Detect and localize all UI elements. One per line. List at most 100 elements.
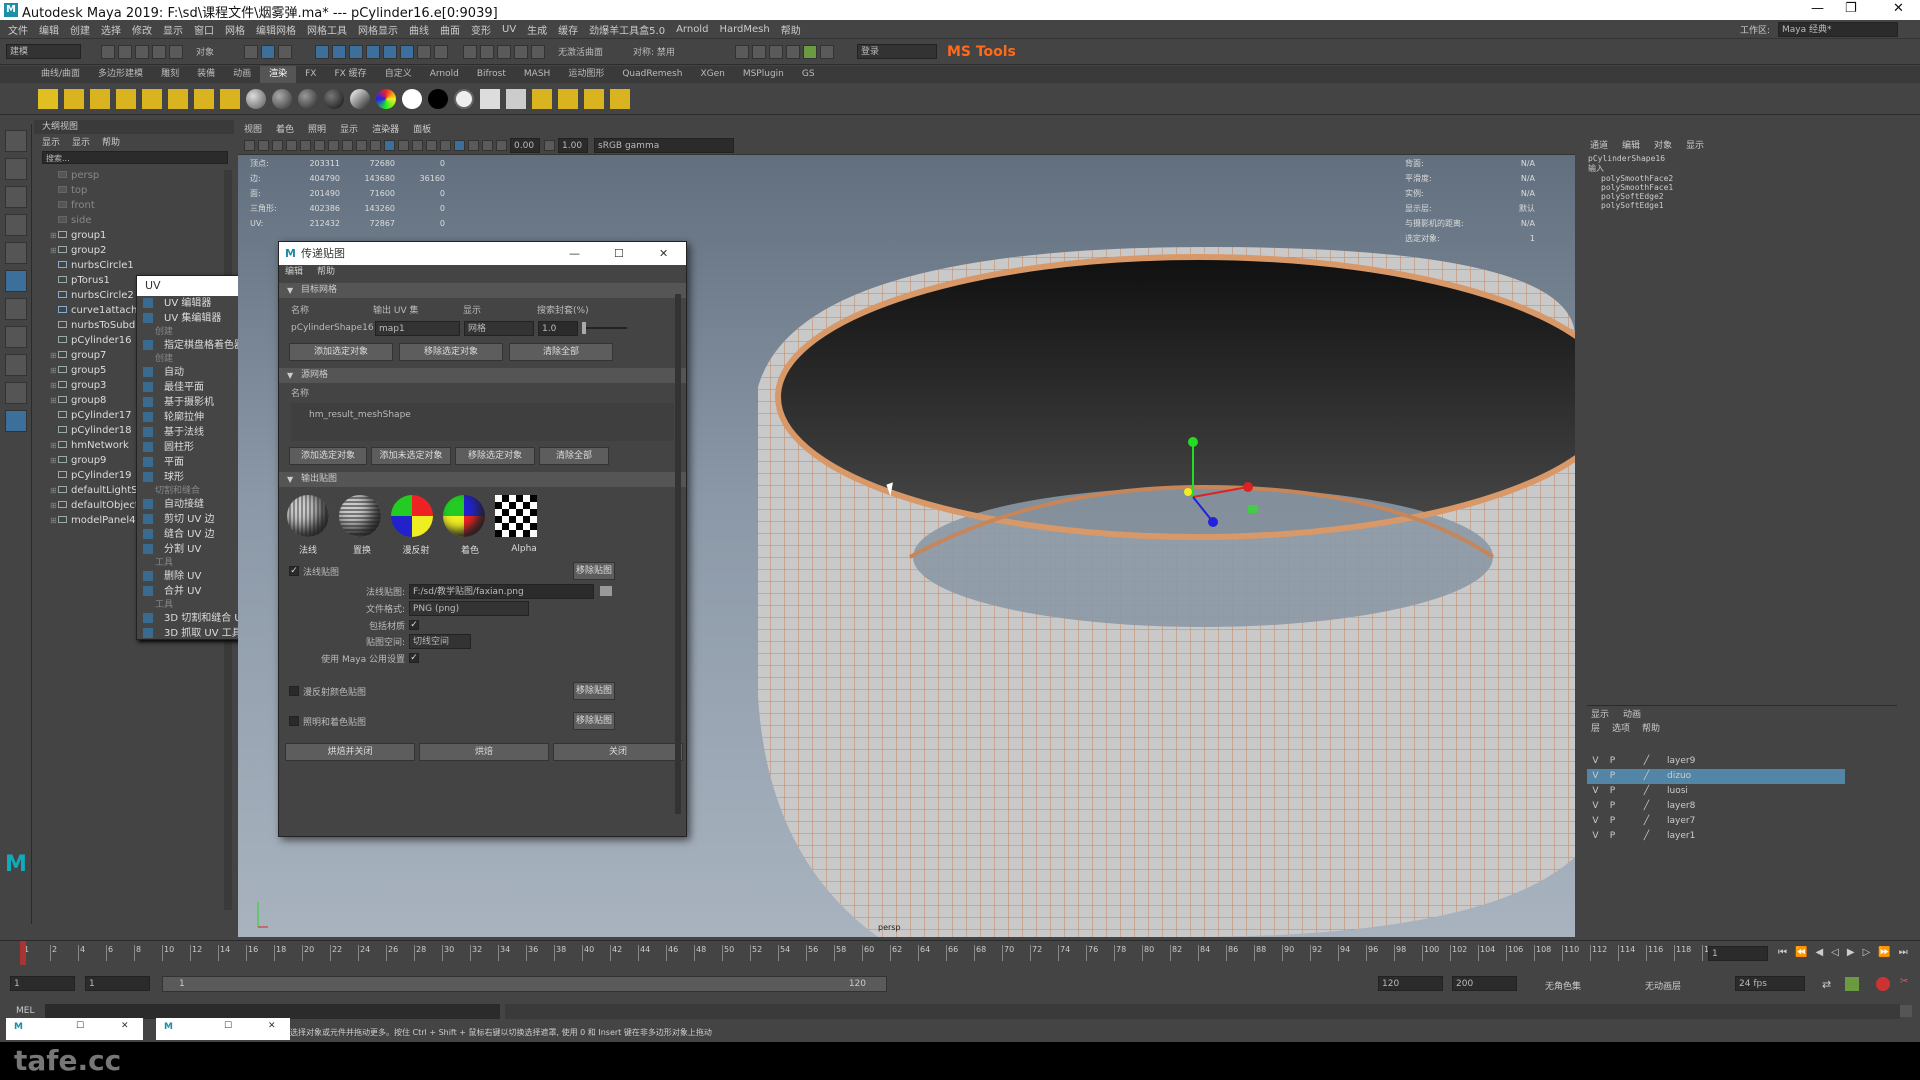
layer-row[interactable]: V P ╱ dizuo xyxy=(1587,769,1845,784)
menu-item-11[interactable]: 曲线 xyxy=(409,22,429,37)
expand-icon[interactable]: ⊞ xyxy=(50,453,58,468)
prefs-icon[interactable]: ✂ xyxy=(1900,976,1908,987)
layer-playback-toggle[interactable]: P xyxy=(1604,829,1621,844)
phong-icon[interactable] xyxy=(298,88,318,109)
snap-live-icon[interactable] xyxy=(400,44,415,59)
surface-shader-icon[interactable] xyxy=(402,88,422,109)
shelf-tab-5[interactable]: 渲染 xyxy=(260,66,297,83)
camera-icon[interactable] xyxy=(194,88,214,109)
time-slider[interactable]: 1 2 4 6 8 10 12 14 16 18 20 22 24 26 28 30 32 34 36 38 40 42 4… xyxy=(0,940,1920,966)
shade-map-checkbox[interactable] xyxy=(289,716,299,726)
menu-item-5[interactable]: 显示 xyxy=(163,22,183,37)
workspace-select[interactable]: Maya 经典* xyxy=(1778,22,1898,37)
vp-resolution-gate-icon[interactable] xyxy=(328,140,339,151)
remove-shade-map-button[interactable]: 移除贴图 xyxy=(573,712,615,730)
menu-item-16[interactable]: 缓存 xyxy=(558,22,578,37)
goto-end-icon[interactable]: ⏭ xyxy=(1899,947,1908,958)
layer-type-toggle[interactable] xyxy=(1621,829,1638,844)
vp-textured-icon[interactable] xyxy=(398,140,409,151)
remove-normal-map-button[interactable]: 移除贴图 xyxy=(573,562,615,580)
fps-select[interactable]: 24 fps xyxy=(1735,976,1805,991)
layout-outliner-icon[interactable] xyxy=(5,410,27,432)
display-select[interactable]: 网格 xyxy=(464,320,534,336)
vp-exposure-field[interactable]: 0.00 xyxy=(510,138,540,153)
layer-visible-toggle[interactable]: V xyxy=(1587,769,1604,784)
dialog-close-button[interactable]: 关闭 xyxy=(553,743,683,761)
expand-icon[interactable]: ⊞ xyxy=(50,438,58,453)
camera-aim-icon[interactable] xyxy=(220,88,240,109)
layer-color-swatch[interactable]: ╱ xyxy=(1638,784,1655,799)
shelf-tab-12[interactable]: 运动图形 xyxy=(559,66,613,83)
clear-all-button[interactable]: 清除全部 xyxy=(509,343,613,361)
menu-item-2[interactable]: 创建 xyxy=(70,22,90,37)
layer-playback-toggle[interactable]: P xyxy=(1604,754,1621,769)
outliner-item[interactable]: ⊞ group1 xyxy=(50,228,234,243)
layer-playback-toggle[interactable]: P xyxy=(1604,784,1621,799)
cb-input-node[interactable]: polySoftEdge2 xyxy=(1601,192,1920,201)
directional-light-icon[interactable] xyxy=(64,88,84,109)
layer-row[interactable]: V P ╱ layer7 xyxy=(1587,814,1845,829)
add-selected-src-button[interactable]: 添加选定对象 xyxy=(289,447,367,465)
layout-two-icon[interactable] xyxy=(5,382,27,404)
file-format-select[interactable]: PNG (png) xyxy=(409,601,529,616)
layered-shader-icon[interactable] xyxy=(350,88,370,109)
menu-item-18[interactable]: Arnold xyxy=(676,24,708,35)
render-seq-icon[interactable] xyxy=(751,44,766,59)
menu-item-10[interactable]: 网格显示 xyxy=(358,22,398,37)
select-object-icon[interactable] xyxy=(261,44,276,59)
menu-item-14[interactable]: UV xyxy=(502,24,516,35)
restore-icon-2[interactable]: ☐ xyxy=(224,1021,232,1031)
mesh-light-icon[interactable] xyxy=(584,88,604,109)
outliner-menu-show[interactable]: 显示 xyxy=(72,135,90,148)
login-button[interactable]: 登录 xyxy=(856,44,937,59)
manip-x-handle[interactable] xyxy=(1243,482,1253,492)
shelf-tab-7[interactable]: FX 缓存 xyxy=(325,66,375,83)
browse-folder-icon[interactable] xyxy=(600,586,612,596)
goto-start-icon[interactable]: ⏮ xyxy=(1778,947,1787,958)
outliner-item[interactable]: side xyxy=(50,213,234,228)
cb-input-node[interactable]: polySmoothFace1 xyxy=(1601,183,1920,192)
menu-item-15[interactable]: 生成 xyxy=(527,22,547,37)
expand-icon[interactable]: ⊞ xyxy=(50,348,58,363)
vp-wire-on-shaded-icon[interactable] xyxy=(384,140,395,151)
dialog-maximize-icon[interactable]: ☐ xyxy=(614,242,624,265)
manip-z-handle[interactable] xyxy=(1208,517,1218,527)
photometric-light-icon[interactable] xyxy=(610,88,630,109)
layer-type-toggle[interactable] xyxy=(1621,769,1638,784)
menu-item-8[interactable]: 编辑网格 xyxy=(256,22,296,37)
range-slider[interactable]: 1 120 xyxy=(162,976,887,992)
vp-image-plane-icon[interactable] xyxy=(286,140,297,151)
char-set-select[interactable]: 无角色集 xyxy=(1545,979,1581,992)
bake-button[interactable]: 烘焙 xyxy=(419,743,549,761)
diffuse-map-icon[interactable] xyxy=(391,495,433,537)
play-back-icon[interactable]: ◁ xyxy=(1831,947,1839,958)
remove-selected-button[interactable]: 移除选定对象 xyxy=(399,343,503,361)
layer-playback-toggle[interactable]: P xyxy=(1604,814,1621,829)
outliner-item[interactable]: persp xyxy=(50,168,234,183)
menu-item-3[interactable]: 选择 xyxy=(101,22,121,37)
paint-select-icon[interactable] xyxy=(5,186,27,208)
layer-row[interactable]: V P ╱ layer8 xyxy=(1587,799,1845,814)
vp-menu-item-0[interactable]: 视图 xyxy=(244,122,262,135)
layer-visible-toggle[interactable]: V xyxy=(1587,829,1604,844)
minimized-window-1[interactable]: M ☐ ✕ xyxy=(6,1018,143,1040)
lambert-icon[interactable] xyxy=(272,88,292,109)
step-back-key-icon[interactable]: ⏪ xyxy=(1795,947,1807,958)
shelf-tab-9[interactable]: Arnold xyxy=(421,66,468,83)
shelf-tab-4[interactable]: 动画 xyxy=(224,66,260,83)
vp-menu-item-3[interactable]: 显示 xyxy=(340,122,358,135)
vp-xray-icon[interactable] xyxy=(468,140,479,151)
layer-playback-toggle[interactable]: P xyxy=(1604,769,1621,784)
render-icon[interactable] xyxy=(463,44,478,59)
vp-menu-item-4[interactable]: 渲染器 xyxy=(372,122,399,135)
ramp-shader-icon[interactable] xyxy=(376,88,396,109)
menu-item-20[interactable]: 帮助 xyxy=(781,22,801,37)
new-scene-icon[interactable] xyxy=(101,44,115,59)
area-light-icon[interactable] xyxy=(142,88,162,109)
shelf-tab-0[interactable]: 曲线/曲面 xyxy=(32,66,89,83)
remove-selected-src-button[interactable]: 移除选定对象 xyxy=(455,447,535,465)
close-small-icon[interactable]: ✕ xyxy=(121,1021,129,1031)
cb-input-node[interactable]: polySoftEdge1 xyxy=(1601,201,1920,210)
volume-light-icon[interactable] xyxy=(168,88,188,109)
script-editor-icon[interactable] xyxy=(1900,1005,1912,1017)
